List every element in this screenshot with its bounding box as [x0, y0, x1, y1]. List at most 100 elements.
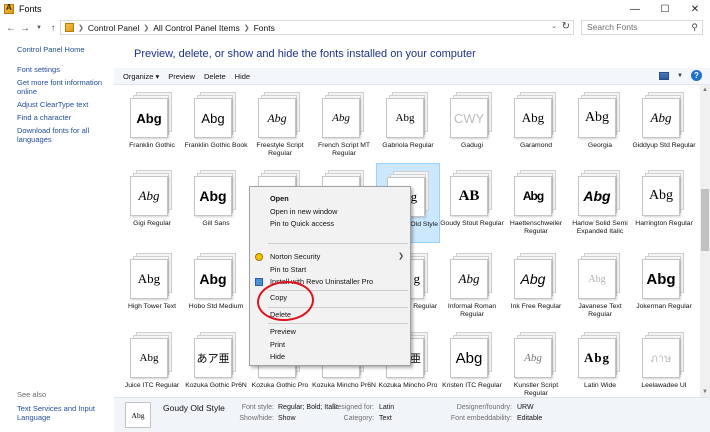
address-dropdown-icon[interactable]: ⌄ [551, 22, 557, 30]
up-arrow-icon[interactable]: ↑ [46, 21, 60, 35]
menu-item-print[interactable]: Print [250, 339, 410, 351]
font-file-icon: ภาษ [642, 332, 686, 378]
change-view-icon[interactable] [659, 71, 670, 80]
menu-item-open[interactable]: Open [250, 193, 410, 205]
maximize-button[interactable]: ☐ [650, 0, 680, 18]
left-pane: Control Panel Home Font settings Get mor… [0, 38, 114, 432]
breadcrumb-separator-icon: ❯ [78, 24, 84, 32]
embeddability-label: Font embeddability: [450, 415, 512, 422]
font-item-juice-itc[interactable]: Abg Juice ITC Regular [120, 325, 184, 397]
menu-item-norton-security[interactable]: Norton Security ❯ [250, 251, 410, 263]
font-file-icon: Abg [642, 170, 686, 216]
font-file-icon: Abg [578, 332, 622, 378]
scroll-down-icon[interactable]: ▼ [700, 387, 710, 397]
font-item-garamond[interactable]: Abg Garamond [504, 85, 568, 165]
menu-item-hide[interactable]: Hide [250, 351, 410, 363]
font-item-franklin-gothic[interactable]: Abg Franklin Gothic [120, 85, 184, 165]
view-dropdown-icon[interactable]: ▼ [677, 73, 683, 79]
font-item-french-script[interactable]: Abg French Script MT Regular [312, 85, 376, 165]
font-file-icon: Abg [450, 332, 494, 378]
breadcrumb-fonts[interactable]: Fonts [254, 23, 275, 33]
text-services-link[interactable]: Text Services and Input Language [0, 404, 114, 422]
font-file-icon: Abg [578, 92, 622, 138]
scroll-thumb[interactable] [701, 189, 709, 251]
help-icon[interactable]: ? [691, 70, 702, 81]
minimize-button[interactable]: — [620, 0, 650, 18]
font-item-gabriola[interactable]: Abg Gabriola Regular [376, 85, 440, 165]
find-character-link[interactable]: Find a character [0, 113, 114, 122]
font-item-latin-wide[interactable]: Abg Latin Wide [568, 325, 632, 397]
breadcrumb-all-items[interactable]: All Control Panel Items [153, 23, 239, 33]
font-file-icon: AB [450, 170, 494, 216]
font-item-haettenschweiler[interactable]: Abg Haettenschweiler Regular [504, 163, 568, 243]
font-style-label: Font style: [241, 404, 274, 411]
font-file-icon: Abg [322, 92, 366, 138]
recent-dropdown-icon[interactable]: ▼ [32, 21, 46, 35]
font-item-informal-roman[interactable]: Abg Informal Roman Regular [440, 246, 504, 326]
font-item-gigi[interactable]: Abg Gigi Regular [120, 163, 184, 243]
address-bar[interactable]: ❯ Control Panel ❯ All Control Panel Item… [60, 20, 574, 35]
show-hide-label: Show/hide: [239, 415, 274, 422]
selected-font-icon: Abg [125, 402, 151, 428]
refresh-icon[interactable]: ↻ [562, 21, 570, 32]
font-item-kristen-itc[interactable]: Abg Kristen ITC Regular [440, 325, 504, 397]
menu-item-preview[interactable]: Preview [250, 326, 410, 338]
font-item-ink-free[interactable]: Abg Ink Free Regular [504, 246, 568, 326]
menu-item-open-new-window[interactable]: Open in new window [250, 206, 410, 218]
menu-item-pin-quick-access[interactable]: Pin to Quick access [250, 218, 410, 230]
context-menu: Open Open in new window Pin to Quick acc… [249, 186, 411, 366]
control-panel-home-link[interactable]: Control Panel Home [0, 45, 114, 54]
download-fonts-link[interactable]: Download fonts for all languages [0, 126, 114, 144]
font-file-icon: Abg [130, 332, 174, 378]
font-file-icon: Abg [514, 92, 558, 138]
designed-for-label: Designed for: [332, 404, 374, 411]
font-file-icon: Abg [578, 253, 622, 299]
font-item-harlow-solid[interactable]: Abg Harlow Solid Semi Expanded Italic [568, 163, 632, 243]
font-item-leelawadee-ui[interactable]: ภาษ Leelawadee UI [632, 325, 696, 397]
font-file-icon: Abg [194, 92, 238, 138]
search-icon[interactable]: ⚲ [691, 21, 698, 34]
preview-button[interactable]: Preview [168, 72, 195, 81]
vertical-scrollbar[interactable]: ▲ ▼ [700, 85, 710, 397]
scroll-up-icon[interactable]: ▲ [700, 85, 710, 95]
organize-button[interactable]: Organize ▾ [123, 72, 159, 81]
font-item-freestyle-script[interactable]: Abg Freestyle Script Regular [248, 85, 312, 165]
font-item-gadugi[interactable]: CWY Gadugi [440, 85, 504, 165]
norton-icon [255, 253, 263, 261]
font-item-kunstler-script[interactable]: Abg Kunstler Script Regular [504, 325, 568, 397]
font-item-javanese-text[interactable]: Abg Javanese Text Regular [568, 246, 632, 326]
font-item-high-tower-text[interactable]: Abg High Tower Text [120, 246, 184, 326]
font-file-icon: Abg [194, 170, 238, 216]
font-item-gill-sans[interactable]: Abg Gill Sans [184, 163, 248, 243]
font-item-giddyup-std[interactable]: Abg Giddyup Std Regular [632, 85, 696, 165]
font-item-franklin-gothic-book[interactable]: Abg Franklin Gothic Book [184, 85, 248, 165]
font-item-georgia[interactable]: Abg Georgia [568, 85, 632, 165]
more-font-info-link[interactable]: Get more font information online [0, 78, 114, 96]
font-file-icon: Abg [642, 92, 686, 138]
font-file-icon: CWY [450, 92, 494, 138]
back-arrow-icon[interactable]: ← [4, 21, 18, 35]
forward-arrow-icon[interactable]: → [18, 21, 32, 35]
delete-button[interactable]: Delete [204, 72, 226, 81]
font-item-hobo-std[interactable]: Abg Hobo Std Medium [184, 246, 248, 326]
designer-label: Designer/foundry: [456, 404, 512, 411]
font-item-jokerman[interactable]: Abg Jokerman Regular [632, 246, 696, 326]
font-file-icon: Abg [258, 92, 302, 138]
search-input[interactable]: Search Fonts ⚲ [581, 20, 703, 35]
window-title: Fonts [19, 4, 42, 14]
page-title: Preview, delete, or show and hide the fo… [134, 48, 476, 60]
submenu-arrow-icon: ❯ [398, 253, 404, 260]
hide-button[interactable]: Hide [235, 72, 250, 81]
font-file-icon: Abg [130, 170, 174, 216]
font-item-kozuka-gothic-pr6n[interactable]: あア亜 Kozuka Gothic Pr6N [184, 325, 248, 397]
font-settings-link[interactable]: Font settings [0, 65, 114, 74]
adjust-cleartype-link[interactable]: Adjust ClearType text [0, 100, 114, 109]
breadcrumb-control-panel[interactable]: Control Panel [88, 23, 140, 33]
font-item-goudy-stout[interactable]: AB Goudy Stout Regular [440, 163, 504, 243]
command-bar: Organize ▾ Preview Delete Hide ▼ ? [114, 68, 710, 85]
font-file-icon: Abg [194, 253, 238, 299]
close-button[interactable]: ✕ [680, 0, 710, 18]
menu-item-pin-start[interactable]: Pin to Start [250, 264, 410, 276]
font-item-harrington[interactable]: Abg Harrington Regular [632, 163, 696, 243]
embeddability-value: Editable [517, 415, 543, 422]
